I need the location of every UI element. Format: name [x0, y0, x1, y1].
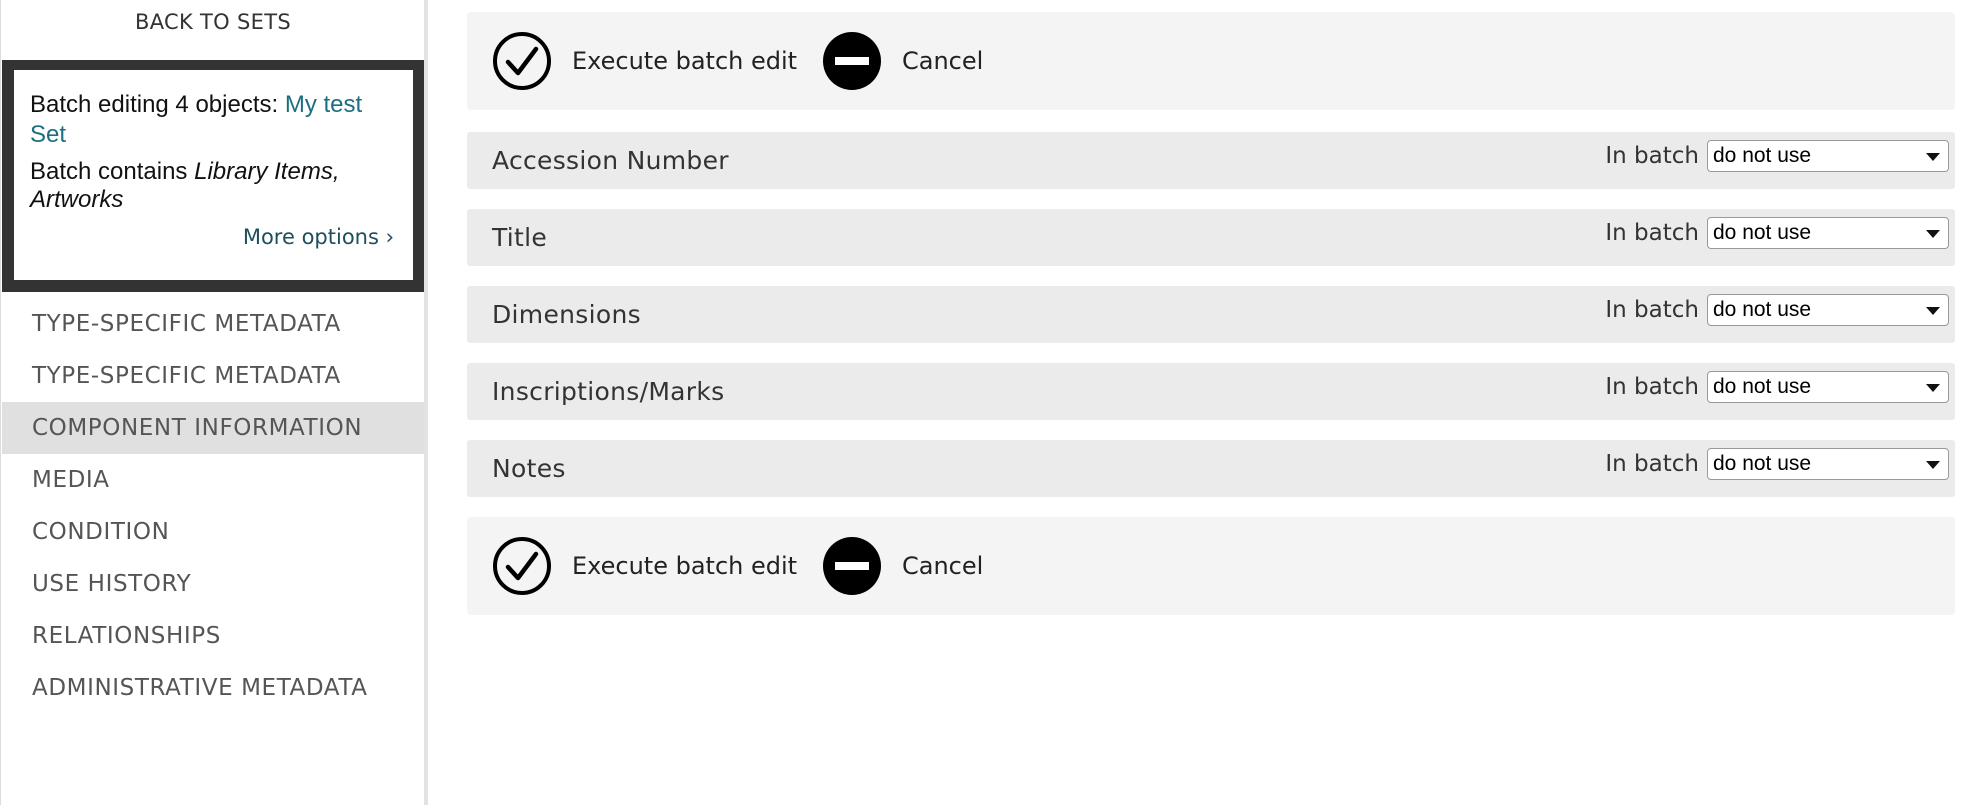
- check-circle-icon: [493, 537, 551, 595]
- field-label: Notes: [492, 454, 566, 483]
- in-batch-label: In batch: [1605, 297, 1699, 323]
- execute-batch-edit-label: Execute batch edit: [572, 47, 798, 75]
- batch-mode-select[interactable]: do not use: [1707, 217, 1949, 249]
- in-batch-label: In batch: [1605, 143, 1699, 169]
- field-label: Inscriptions/Marks: [492, 377, 725, 406]
- execute-batch-edit-button[interactable]: Execute batch edit: [492, 535, 797, 597]
- sidebar-item-component-information[interactable]: COMPONENT INFORMATION: [2, 402, 425, 454]
- batch-mode-select[interactable]: do not use: [1707, 140, 1949, 172]
- batch-control: In batch do not use: [1605, 293, 1949, 327]
- caret-down-icon: [1926, 230, 1940, 238]
- batch-mode-select[interactable]: do not use: [1707, 448, 1949, 480]
- batch-mode-value: do not use: [1713, 298, 1812, 321]
- caret-down-icon: [1926, 153, 1940, 161]
- sidebar-item-label: MEDIA: [32, 467, 110, 493]
- bottom-action-bar: Execute batch edit Cancel: [467, 517, 1955, 615]
- check-circle-icon: [493, 32, 551, 90]
- sidebar-item-label: TYPE-SPECIFIC METADATA: [32, 311, 341, 337]
- caret-down-icon: [1926, 384, 1940, 392]
- in-batch-label: In batch: [1605, 374, 1699, 400]
- sidebar: BACK TO SETS Batch editing 4 objects: My…: [0, 0, 425, 805]
- execute-batch-edit-label: Execute batch edit: [572, 552, 798, 580]
- batch-info-box: Batch editing 4 objects: My test Set Bat…: [2, 60, 425, 292]
- sidebar-item-label: TYPE-SPECIFIC METADATA: [32, 363, 341, 389]
- sidebar-item-condition[interactable]: CONDITION: [2, 506, 425, 558]
- batch-editing-line: Batch editing 4 objects: My test Set: [30, 90, 398, 150]
- sidebar-item-label: CONDITION: [32, 519, 170, 545]
- cancel-button[interactable]: Cancel: [822, 30, 983, 92]
- cancel-label: Cancel: [902, 552, 984, 580]
- batch-control: In batch do not use: [1605, 447, 1949, 481]
- sidebar-item-relationships[interactable]: RELATIONSHIPS: [2, 610, 425, 662]
- field-label: Dimensions: [492, 300, 641, 329]
- batch-mode-value: do not use: [1713, 375, 1812, 398]
- batch-info-content: Batch editing 4 objects: My test Set Bat…: [14, 70, 413, 280]
- field-label: Accession Number: [492, 146, 729, 175]
- sidebar-item-label: RELATIONSHIPS: [32, 623, 221, 649]
- in-batch-label: In batch: [1605, 451, 1699, 477]
- caret-down-icon: [1926, 307, 1940, 315]
- execute-batch-edit-button[interactable]: Execute batch edit: [492, 30, 797, 92]
- batch-mode-value: do not use: [1713, 452, 1812, 475]
- batch-control: In batch do not use: [1605, 139, 1949, 173]
- field-row-title: Title In batch do not use: [467, 209, 1955, 266]
- sidebar-item-label: USE HISTORY: [32, 571, 192, 597]
- batch-mode-select[interactable]: do not use: [1707, 371, 1949, 403]
- field-label: Title: [492, 223, 548, 252]
- sidebar-nav: TYPE-SPECIFIC METADATA TYPE-SPECIFIC MET…: [2, 298, 425, 714]
- batch-editing-text: Batch editing 4 objects:: [30, 91, 285, 118]
- field-row-accession-number: Accession Number In batch do not use: [467, 132, 1955, 189]
- batch-contains-text: Batch contains: [30, 158, 195, 185]
- top-action-bar: Execute batch edit Cancel: [467, 12, 1955, 110]
- sidebar-item-label: COMPONENT INFORMATION: [32, 415, 363, 441]
- sidebar-item-use-history[interactable]: USE HISTORY: [2, 558, 425, 610]
- sidebar-item-label: ADMINISTRATIVE METADATA: [32, 675, 368, 701]
- back-to-sets-link[interactable]: BACK TO SETS: [1, 10, 425, 34]
- batch-mode-value: do not use: [1713, 144, 1812, 167]
- field-row-dimensions: Dimensions In batch do not use: [467, 286, 1955, 343]
- sidebar-item-administrative-metadata[interactable]: ADMINISTRATIVE METADATA: [2, 662, 425, 714]
- field-row-inscriptions-marks: Inscriptions/Marks In batch do not use: [467, 363, 1955, 420]
- minus-circle-icon: [823, 32, 881, 90]
- cancel-button[interactable]: Cancel: [822, 535, 983, 597]
- cancel-label: Cancel: [902, 47, 984, 75]
- batch-contains-line: Batch contains Library Items, Artworks: [30, 158, 398, 214]
- sidebar-item-type-specific-metadata-2[interactable]: TYPE-SPECIFIC METADATA: [2, 350, 425, 402]
- caret-down-icon: [1926, 461, 1940, 469]
- sidebar-item-media[interactable]: MEDIA: [2, 454, 425, 506]
- sidebar-item-type-specific-metadata[interactable]: TYPE-SPECIFIC METADATA: [2, 298, 425, 350]
- batch-control: In batch do not use: [1605, 216, 1949, 250]
- more-options-link[interactable]: More options ›: [243, 225, 394, 249]
- batch-mode-value: do not use: [1713, 221, 1812, 244]
- in-batch-label: In batch: [1605, 220, 1699, 246]
- minus-circle-icon: [823, 537, 881, 595]
- sidebar-divider: [424, 0, 428, 805]
- batch-mode-select[interactable]: do not use: [1707, 294, 1949, 326]
- field-row-notes: Notes In batch do not use: [467, 440, 1955, 497]
- batch-control: In batch do not use: [1605, 370, 1949, 404]
